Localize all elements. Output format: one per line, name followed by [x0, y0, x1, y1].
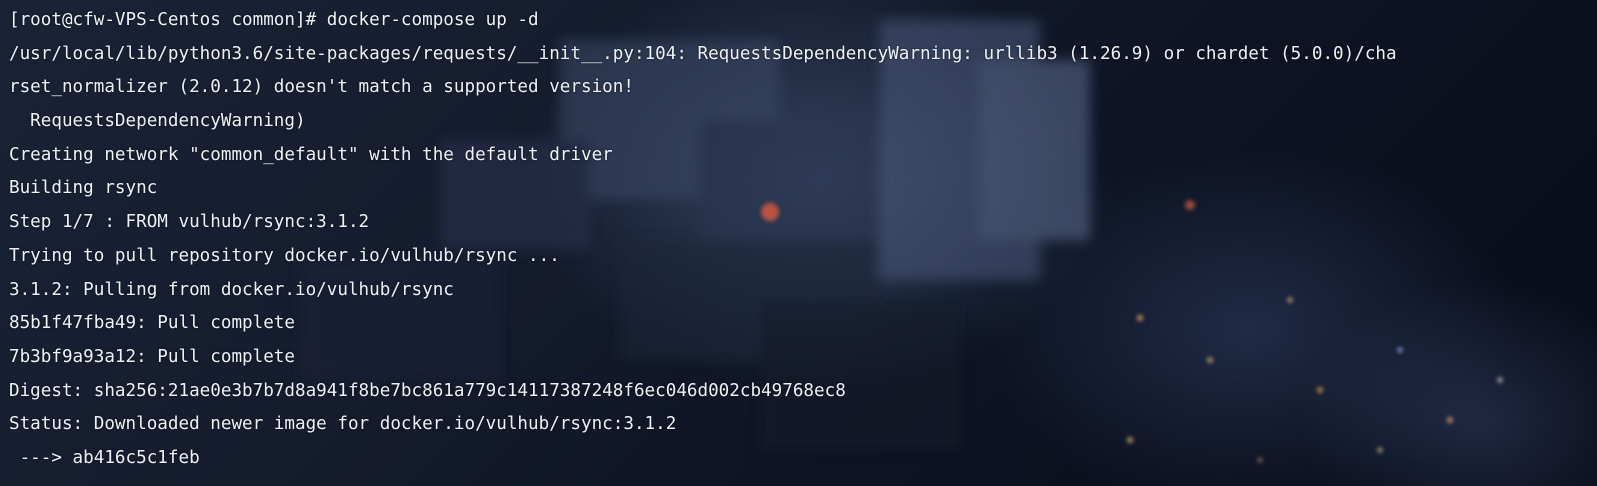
terminal-line: 85b1f47fba49: Pull complete [9, 313, 295, 334]
terminal-line: Building rsync [9, 178, 158, 199]
terminal-line: Step 1/7 : FROM vulhub/rsync:3.1.2 [9, 212, 370, 233]
terminal-line: Digest: sha256:21ae0e3b7b7d8a941f8be7bc8… [9, 380, 846, 401]
terminal-line: Creating network "common_default" with t… [9, 144, 613, 165]
terminal-window[interactable]: [root@cfw-VPS-Centos common]# docker-com… [0, 0, 1597, 486]
terminal-line: 3.1.2: Pulling from docker.io/vulhub/rsy… [9, 279, 454, 300]
terminal-line: RequestsDependencyWarning) [9, 111, 306, 132]
terminal-line: /usr/local/lib/python3.6/site-packages/r… [9, 43, 1397, 64]
terminal-line: Status: Downloaded newer image for docke… [9, 414, 677, 435]
terminal-line: [root@cfw-VPS-Centos common]# docker-com… [9, 10, 539, 30]
terminal-line: Trying to pull repository docker.io/vulh… [9, 245, 560, 266]
terminal-line: 7b3bf9a93a12: Pull complete [9, 346, 295, 367]
terminal-line: ---> ab416c5c1feb [9, 447, 200, 468]
terminal-output[interactable]: [root@cfw-VPS-Centos common]# docker-com… [9, 4, 1397, 476]
terminal-line: rset_normalizer (2.0.12) doesn't match a… [9, 77, 634, 98]
